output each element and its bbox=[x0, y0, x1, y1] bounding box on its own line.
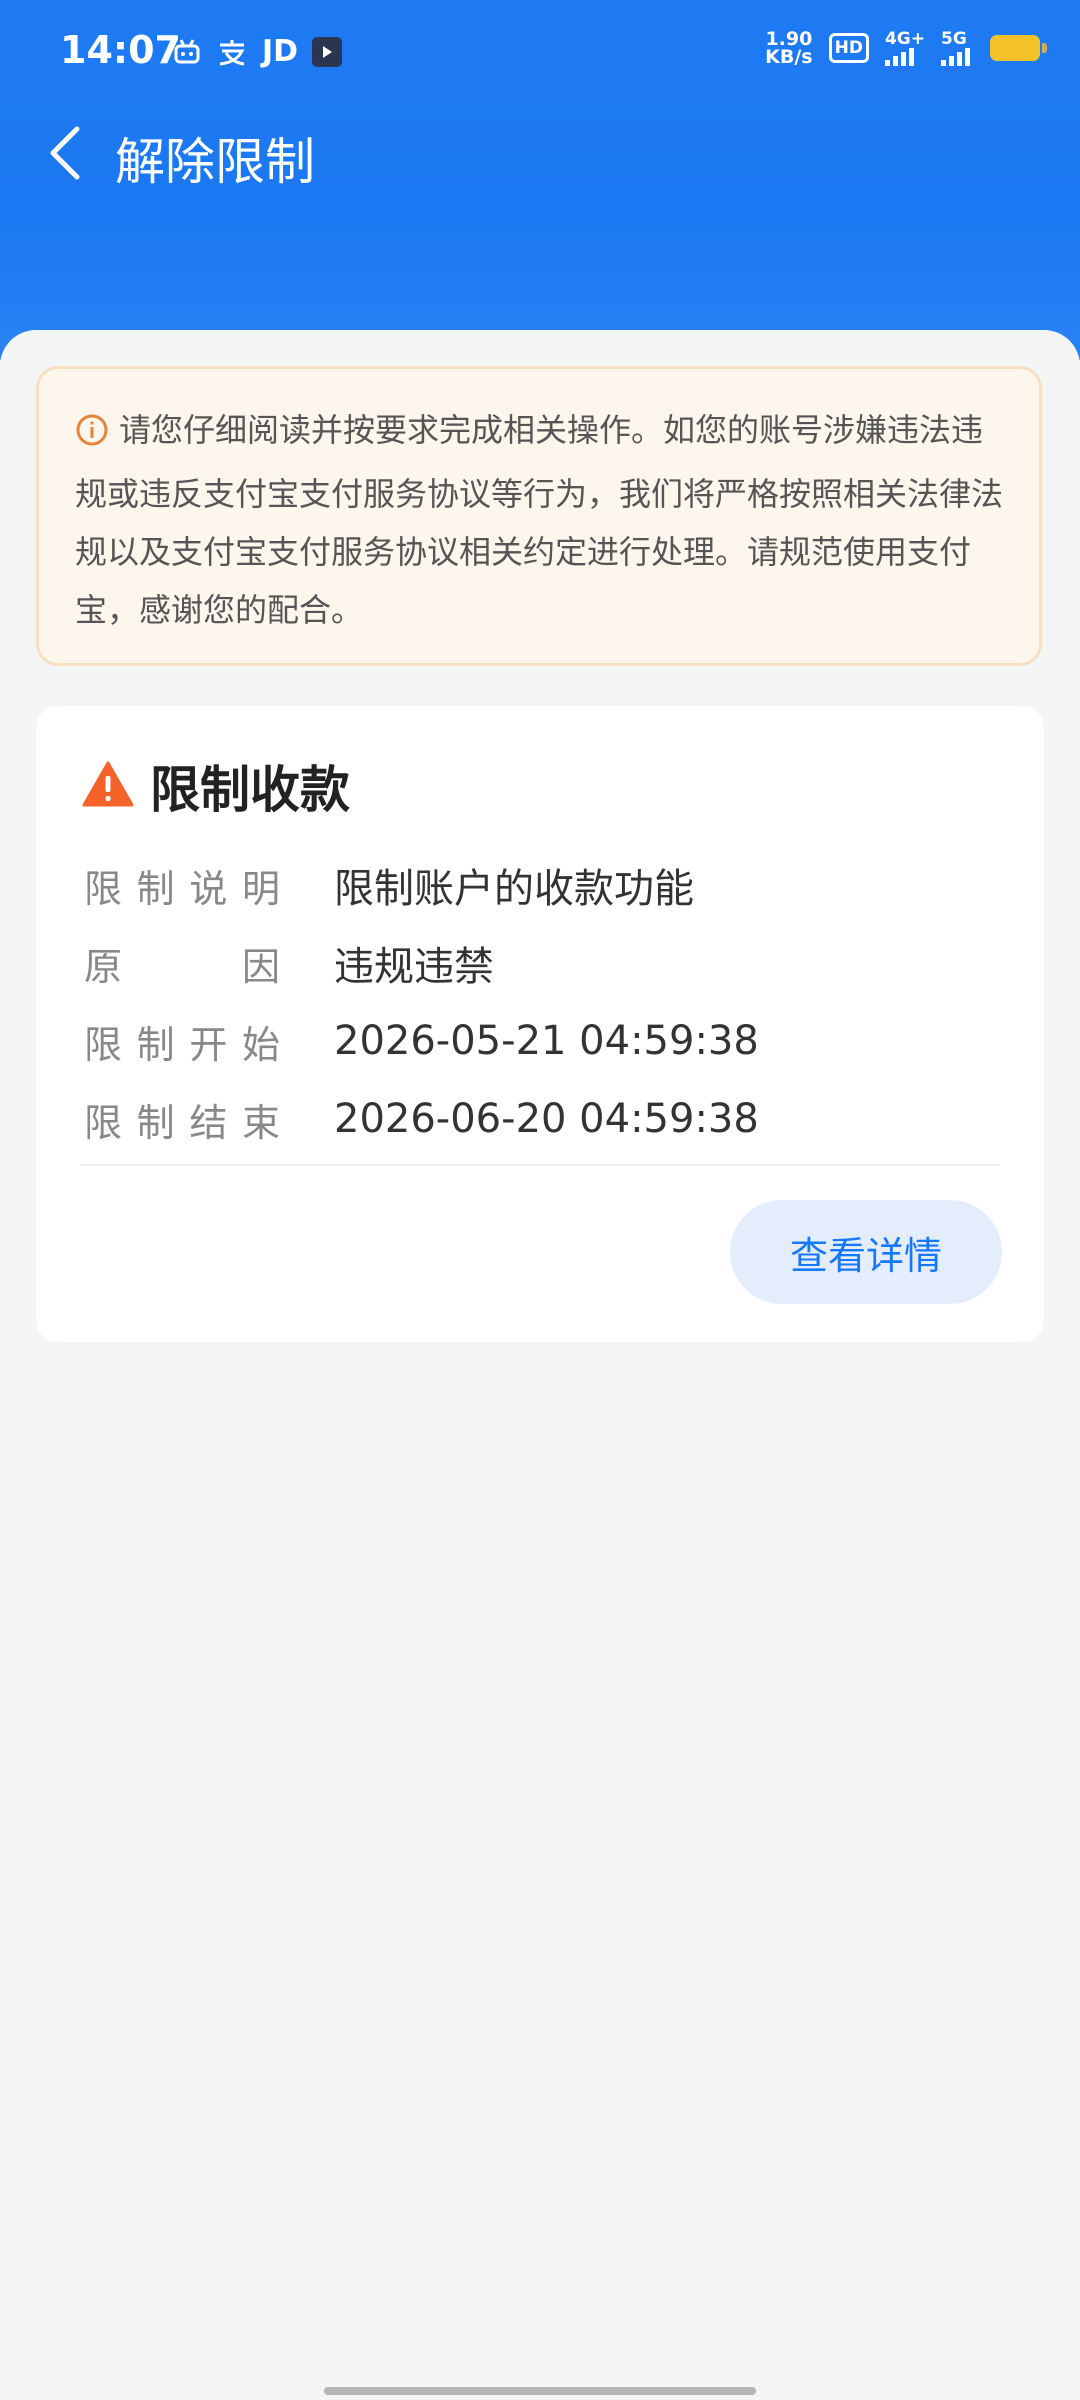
row-label: 限制结束 bbox=[84, 1100, 280, 1145]
row-value: 2026-06-20 04:59:38 bbox=[334, 1096, 759, 1142]
row-value: 限制账户的收款功能 bbox=[334, 866, 694, 912]
row-reason: 原因 违规违禁 bbox=[84, 924, 1000, 1002]
bilibili-icon bbox=[172, 37, 202, 67]
detail-rows: 限制说明 限制账户的收款功能 原因 违规违禁 限制开始 2026-05-21 0… bbox=[84, 846, 1000, 1158]
row-restriction-end: 限制结束 2026-06-20 04:59:38 bbox=[84, 1080, 1000, 1158]
view-details-button[interactable]: 查看详情 bbox=[730, 1200, 1002, 1304]
system-icons: 1.90 KB/s HD 4G+ 5G bbox=[765, 28, 1047, 68]
row-label: 限制说明 bbox=[84, 866, 280, 911]
navigation-bar: 解除限制 bbox=[0, 110, 1080, 200]
home-indicator[interactable] bbox=[324, 2387, 756, 2395]
row-value: 违规违禁 bbox=[334, 944, 494, 990]
battery-icon bbox=[990, 35, 1047, 61]
video-play-icon bbox=[312, 36, 343, 67]
signal-4g-icon: 4G+ bbox=[884, 30, 925, 66]
divider bbox=[80, 1164, 1000, 1166]
notification-icons: JD bbox=[172, 34, 343, 69]
row-value: 2026-05-21 04:59:38 bbox=[334, 1018, 759, 1064]
card-title: 限制收款 bbox=[150, 761, 350, 819]
notice-text: 请您仔细阅读并按要求完成相关操作。如您的账号涉嫌违法违规或违反支付宝支付服务协议… bbox=[75, 411, 1004, 629]
page-title: 解除限制 bbox=[115, 133, 315, 191]
jd-icon: JD bbox=[262, 34, 299, 69]
alipay-icon bbox=[216, 37, 248, 67]
info-circle-icon bbox=[75, 407, 109, 465]
card-header: 限制收款 bbox=[82, 750, 350, 822]
warning-triangle-icon bbox=[82, 760, 134, 812]
status-bar: 14:07 JD 1.90 KB/s HD 4G+ 5G bbox=[0, 0, 1080, 110]
row-restriction-start: 限制开始 2026-05-21 04:59:38 bbox=[84, 1002, 1000, 1080]
status-time: 14:07 bbox=[60, 28, 181, 72]
back-button[interactable] bbox=[30, 120, 100, 190]
restriction-card: 限制收款 限制说明 限制账户的收款功能 原因 违规违禁 限制开始 2026-05… bbox=[36, 706, 1044, 1342]
signal-5g-icon: 5G bbox=[941, 30, 970, 66]
chevron-left-icon bbox=[45, 123, 85, 187]
notice-banner: 请您仔细阅读并按要求完成相关操作。如您的账号涉嫌违法违规或违反支付宝支付服务协议… bbox=[36, 366, 1042, 666]
content-area: 请您仔细阅读并按要求完成相关操作。如您的账号涉嫌违法违规或违反支付宝支付服务协议… bbox=[0, 330, 1080, 2400]
row-label: 原因 bbox=[84, 944, 280, 989]
row-restriction-description: 限制说明 限制账户的收款功能 bbox=[84, 846, 1000, 924]
network-speed: 1.90 KB/s bbox=[765, 28, 813, 68]
row-label: 限制开始 bbox=[84, 1022, 280, 1067]
hd-voice-icon: HD bbox=[828, 33, 869, 63]
